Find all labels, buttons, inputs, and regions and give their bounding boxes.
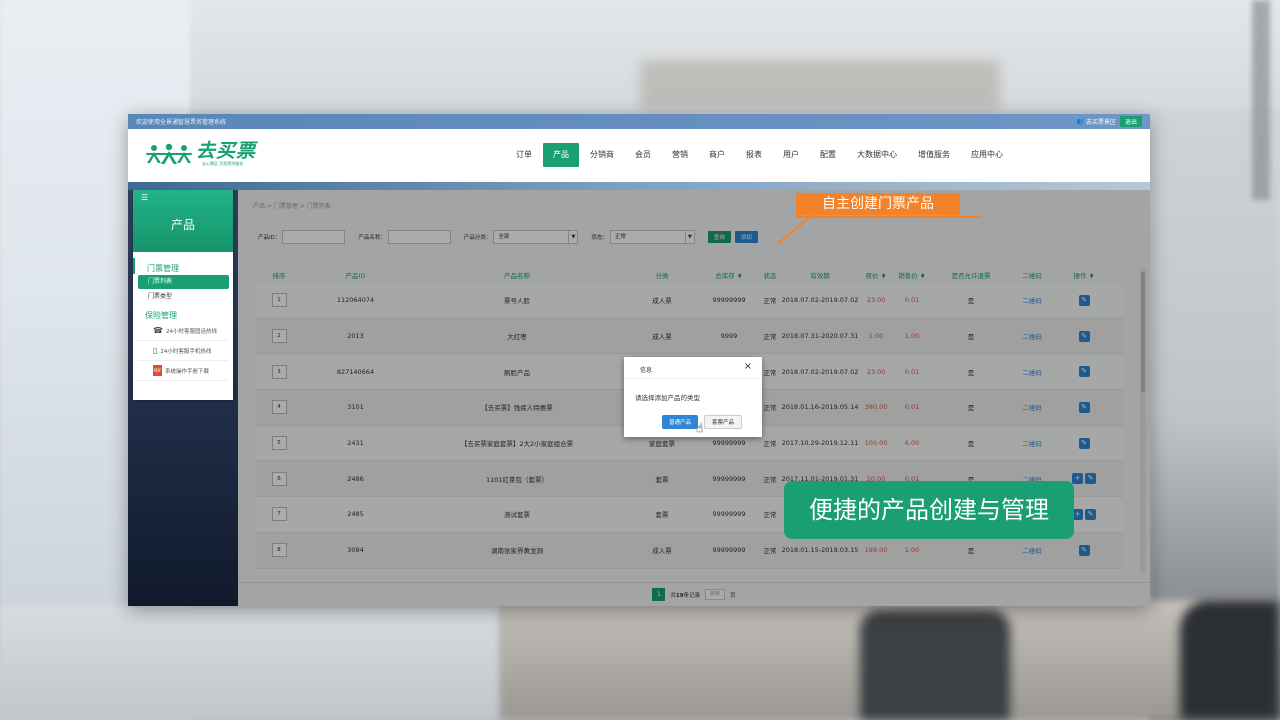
sidebar-group-insurance[interactable]: 保险管理	[133, 305, 233, 321]
logo-name: 去买票	[196, 140, 257, 162]
main-nav: 订单 产品 分销商 会员 营销 商户 报表 用户 配置 大数据中心 增值服务 应…	[506, 143, 1014, 167]
sidebar-item-ticket-list[interactable]: 门票列表	[138, 275, 229, 289]
bg-chair	[860, 610, 1010, 720]
bg-chair	[1180, 600, 1280, 720]
package-product-button[interactable]: 套票产品	[704, 415, 743, 429]
phone-icon: ☎	[153, 326, 163, 335]
bg-floor	[0, 606, 500, 720]
sidebar-header: ☰ 产品	[133, 190, 233, 252]
nav-item-config[interactable]: 配置	[810, 143, 846, 167]
header: 去买票 去心景区 为您提供服务 订单 产品 分销商 会员 营销 商户 报表 用户…	[128, 129, 1150, 182]
top-bar-right: 👥 去买票景区 退出	[1076, 116, 1142, 127]
nav-item-users[interactable]: 用户	[773, 143, 809, 167]
hotline-phone-label: 24小时客服固话热线	[165, 328, 217, 335]
menu-icon[interactable]: ☰	[141, 193, 148, 202]
callout-easy-management: 便捷的产品创建与管理	[784, 481, 1074, 539]
close-icon[interactable]: ×	[744, 361, 752, 372]
bg-pillar	[1252, 0, 1270, 200]
manual-download-label: 系统操作手册下载	[165, 368, 210, 375]
normal-product-button[interactable]: 普通产品	[662, 415, 699, 429]
hotline-phone[interactable]: ☎ 24小时客服固话热线	[138, 321, 228, 341]
mobile-icon: ▯	[153, 346, 158, 355]
callout-create-ticket: 自主创建门票产品	[796, 193, 960, 215]
sidebar: ☰ 产品 门票管理 门票列表 门票类型 保险管理 ☎ 24小时客服固话热线 ▯ …	[133, 190, 233, 400]
nav-item-app-center[interactable]: 应用中心	[961, 143, 1013, 167]
nav-item-orders[interactable]: 订单	[506, 143, 542, 167]
callout-underline	[796, 216, 982, 218]
hotline-mobile-label: 24小时客服手机热线	[160, 348, 212, 355]
logo-people-icon	[146, 143, 192, 164]
nav-item-merchants[interactable]: 商户	[699, 143, 735, 167]
sidebar-title: 产品	[170, 218, 195, 232]
logout-button[interactable]: 退出	[1119, 116, 1142, 127]
dialog-title: 信息	[640, 367, 653, 374]
logo-slogan: 去心景区 为您提供服务	[202, 161, 244, 166]
manual-download[interactable]: PDF 系统操作手册下载	[138, 361, 228, 381]
nav-item-products[interactable]: 产品	[543, 143, 579, 167]
sidebar-item-ticket-types[interactable]: 门票类型	[138, 290, 229, 304]
pdf-icon: PDF	[153, 365, 162, 376]
dialog-header: 信息 ×	[624, 357, 762, 379]
product-type-dialog: 信息 × 请选择添加产品的类型 普通产品 套票产品	[624, 357, 762, 437]
welcome-text: 欢迎使用全景通智慧票务管理系统	[136, 119, 227, 126]
top-bar: 欢迎使用全景通智慧票务管理系统 👥 去买票景区 退出	[128, 114, 1150, 129]
nav-item-members[interactable]: 会员	[625, 143, 661, 167]
nav-item-marketing[interactable]: 营销	[662, 143, 698, 167]
nav-item-value-added[interactable]: 增值服务	[908, 143, 960, 167]
user-icon: 👥	[1076, 118, 1084, 125]
scenic-name: 去买票景区	[1085, 119, 1116, 126]
bg-beam	[640, 60, 1000, 110]
scenic-account[interactable]: 👥 去买票景区	[1076, 117, 1116, 126]
hand-cursor-icon: ☝	[696, 421, 704, 435]
nav-item-reports[interactable]: 报表	[736, 143, 772, 167]
hotline-mobile[interactable]: ▯ 24小时客服手机热线	[138, 341, 228, 361]
dialog-message: 请选择添加产品的类型	[635, 394, 700, 402]
sidebar-group-tickets[interactable]: 门票管理	[133, 258, 233, 274]
nav-item-bigdata[interactable]: 大数据中心	[847, 143, 907, 167]
logo[interactable]: 去买票 去心景区 为您提供服务	[146, 141, 256, 167]
logo-text: 去买票 去心景区 为您提供服务	[196, 141, 256, 167]
nav-item-distributors[interactable]: 分销商	[580, 143, 624, 167]
